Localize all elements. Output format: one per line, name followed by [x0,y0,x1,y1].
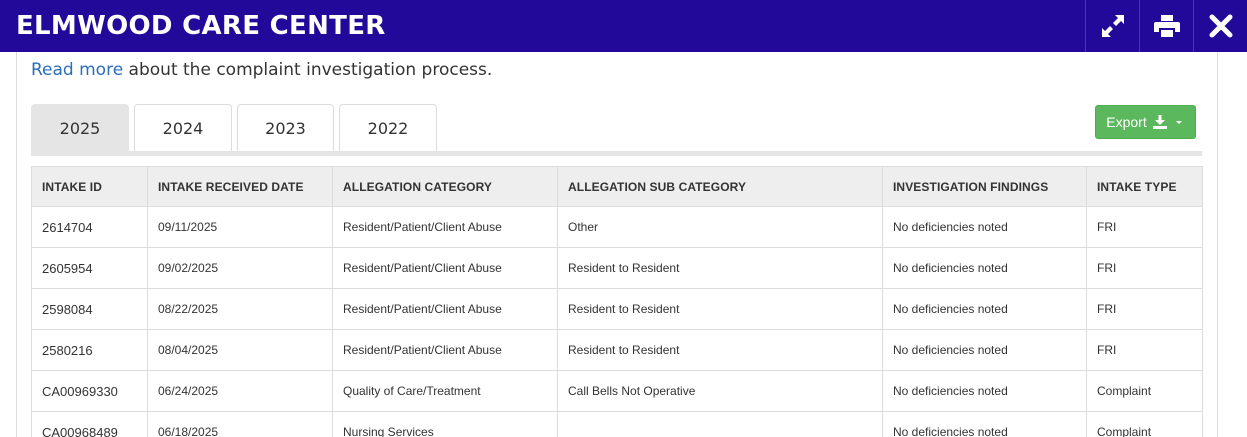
cell-intake-type: Complaint [1086,411,1203,437]
cell-intake-id: 2580216 [31,329,148,371]
cell-allegation-category: Resident/Patient/Client Abuse [332,206,558,248]
cell-intake-type: FRI [1086,206,1203,248]
close-button[interactable] [1193,0,1247,52]
cell-received-date: 08/04/2025 [147,329,333,371]
download-icon [1152,115,1167,129]
cell-intake-type: Complaint [1086,370,1203,412]
cell-allegation-category: Resident/Patient/Client Abuse [332,329,558,371]
col-intake-type[interactable]: INTAKE TYPE [1086,166,1203,207]
cell-allegation-sub-category: Call Bells Not Operative [557,370,883,412]
cell-allegation-sub-category: Other [557,206,883,248]
intro-text: Read more about the complaint investigat… [31,60,492,80]
tab-2024[interactable]: 2024 [134,104,232,151]
expand-icon [1101,15,1124,37]
tab-2023[interactable]: 2023 [237,104,334,151]
cell-allegation-sub-category [557,411,883,437]
col-allegation-category[interactable]: ALLEGATION CATEGORY [332,166,558,207]
cell-intake-type: FRI [1086,247,1203,289]
print-button[interactable] [1139,0,1193,52]
table-header-row: INTAKE ID INTAKE RECEIVED DATE ALLEGATIO… [31,166,1203,207]
table-row: CA00968489 06/18/2025 Nursing Services N… [31,411,1203,437]
table-row: 2598084 08/22/2025 Resident/Patient/Clie… [31,288,1203,330]
table-row: 2605954 09/02/2025 Resident/Patient/Clie… [31,247,1203,289]
col-intake-id[interactable]: INTAKE ID [31,166,148,207]
cell-investigation-findings: No deficiencies noted [882,288,1087,330]
print-icon [1153,15,1180,37]
cell-received-date: 06/18/2025 [147,411,333,437]
intro-rest-text: about the complaint investigation proces… [123,60,493,80]
caret-down-icon [1175,121,1182,124]
table-row: 2580216 08/04/2025 Resident/Patient/Clie… [31,329,1203,371]
cell-allegation-sub-category: Resident to Resident [557,247,883,289]
close-icon [1209,14,1232,38]
col-investigation-findings[interactable]: INVESTIGATION FINDINGS [882,166,1087,207]
cell-allegation-category: Resident/Patient/Client Abuse [332,288,558,330]
expand-button[interactable] [1085,0,1139,52]
cell-received-date: 08/22/2025 [147,288,333,330]
cell-received-date: 06/24/2025 [147,370,333,412]
cell-intake-id: CA00969330 [31,370,148,412]
year-tabs: 2025 2024 2023 2022 [31,104,442,151]
col-received-date[interactable]: INTAKE RECEIVED DATE [147,166,333,207]
table-row: CA00969330 06/24/2025 Quality of Care/Tr… [31,370,1203,412]
cell-allegation-sub-category: Resident to Resident [557,329,883,371]
cell-received-date: 09/02/2025 [147,247,333,289]
cell-investigation-findings: No deficiencies noted [882,329,1087,371]
cell-investigation-findings: No deficiencies noted [882,370,1087,412]
cell-intake-id: 2598084 [31,288,148,330]
cell-intake-type: FRI [1086,329,1203,371]
cell-intake-id: 2614704 [31,206,148,248]
cell-investigation-findings: No deficiencies noted [882,411,1087,437]
title-bar: ELMWOOD CARE CENTER [0,0,1247,52]
read-more-link[interactable]: Read more [31,60,123,80]
cell-intake-id: CA00968489 [31,411,148,437]
cell-allegation-category: Quality of Care/Treatment [332,370,558,412]
facility-title: ELMWOOD CARE CENTER [16,11,386,41]
cell-allegation-category: Resident/Patient/Client Abuse [332,247,558,289]
cell-investigation-findings: No deficiencies noted [882,206,1087,248]
complaints-table: INTAKE ID INTAKE RECEIVED DATE ALLEGATIO… [31,166,1203,437]
cell-intake-id: 2605954 [31,247,148,289]
col-allegation-sub-category[interactable]: ALLEGATION SUB CATEGORY [557,166,883,207]
tab-underline [31,151,1202,156]
export-button[interactable]: Export [1095,105,1196,139]
tab-2022[interactable]: 2022 [339,104,437,151]
cell-investigation-findings: No deficiencies noted [882,247,1087,289]
tab-2025[interactable]: 2025 [31,104,129,151]
cell-intake-type: FRI [1086,288,1203,330]
table-row: 2614704 09/11/2025 Resident/Patient/Clie… [31,206,1203,248]
cell-allegation-sub-category: Resident to Resident [557,288,883,330]
export-label: Export [1106,114,1147,130]
cell-allegation-category: Nursing Services [332,411,558,437]
cell-received-date: 09/11/2025 [147,206,333,248]
